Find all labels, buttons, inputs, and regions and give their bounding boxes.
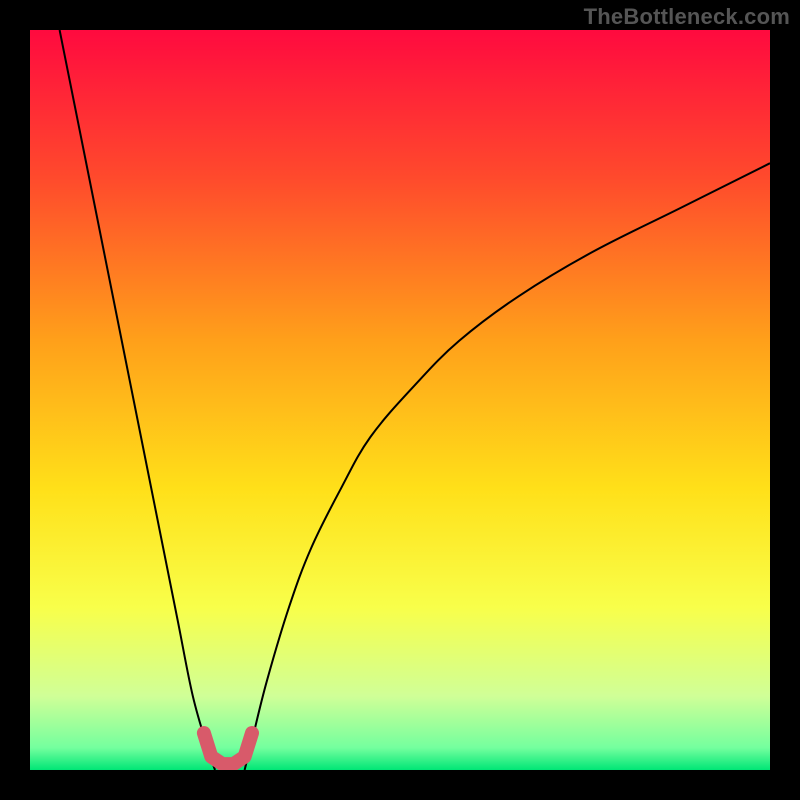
watermark-label: TheBottleneck.com <box>584 4 790 30</box>
chart-svg <box>30 30 770 770</box>
chart-frame: TheBottleneck.com <box>0 0 800 800</box>
plot-area <box>30 30 770 770</box>
